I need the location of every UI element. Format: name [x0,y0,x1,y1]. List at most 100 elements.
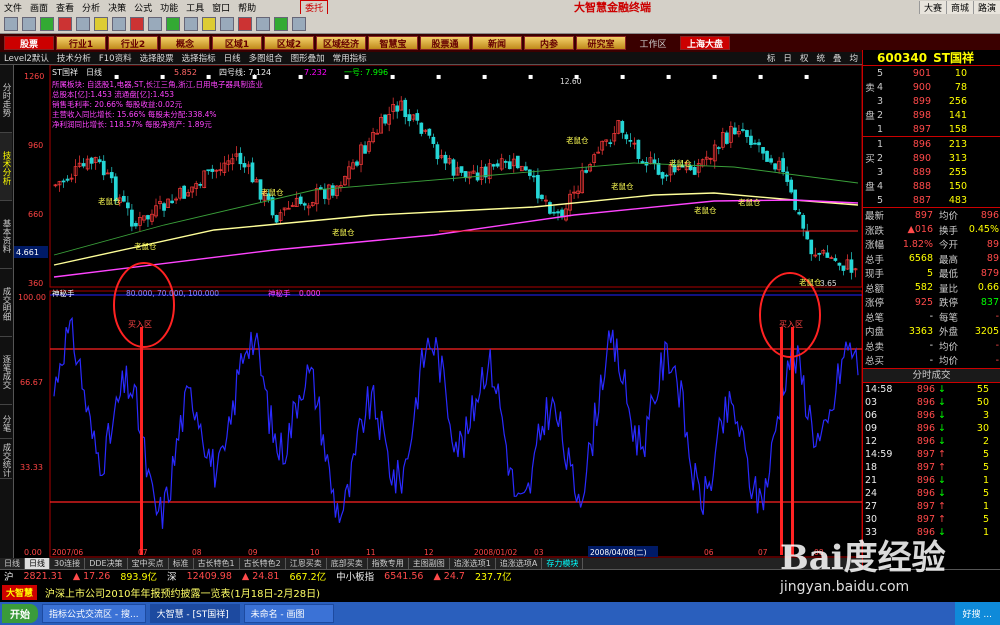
indicator-tab-5[interactable]: 标准 [169,558,194,569]
sub-f10[interactable]: F10资料 [99,52,132,64]
window-icon[interactable] [256,16,270,31]
nav-workspace[interactable]: 工作区 [628,36,678,50]
top-link-store[interactable]: 商城 [945,0,973,14]
sell-level-1[interactable]: 1 897 158 [863,122,1000,136]
x-label-4: 10 [310,548,320,557]
sub-select-indicator[interactable]: 选择指标 [182,52,216,64]
menu-window[interactable]: 窗口 [208,1,234,14]
list-icon[interactable] [112,16,126,31]
side-tab-deal-detail[interactable]: 成交明细 [0,269,12,337]
chart-icon[interactable] [40,16,54,31]
candle-icon[interactable] [76,16,90,31]
indicator-tab-14[interactable]: 存力模块 [542,558,584,569]
nav-stock-link[interactable]: 股票通 [420,36,471,50]
nav-stock[interactable]: 股票 [4,36,54,50]
indicator-tab-0[interactable]: 日线 [0,558,25,569]
buy-level-5[interactable]: 5 887 483 [863,193,1000,207]
side-tab-technical[interactable]: 技术分析 [0,133,12,201]
indicator-tab-3[interactable]: DDE决策 [85,558,128,569]
indicator-tab-1[interactable]: 日线 [25,558,50,569]
sub-level2[interactable]: Level2默认 [4,52,49,64]
menu-screen[interactable]: 画面 [26,1,52,14]
mark-quan[interactable]: 权 [800,52,809,64]
sub-tech-analysis[interactable]: 技术分析 [57,52,91,64]
buy-level-3[interactable]: 3 889 255 [863,165,1000,179]
indicator-tab-4[interactable]: 宝中买点 [128,558,169,569]
buy-level-2[interactable]: 买 2 890 313 [863,151,1000,166]
task-dzh[interactable]: 大智慧 - [ST国祥] [149,604,240,623]
menu-help[interactable]: 帮助 [234,1,260,14]
nav-industry2[interactable]: 行业2 [108,36,158,50]
menu-decision[interactable]: 决策 [104,1,130,14]
alert-icon[interactable] [238,16,252,31]
buy-level-1[interactable]: 1 896 213 [863,137,1000,151]
sub-multi-chart[interactable]: 多图组合 [249,52,283,64]
top-link-contest[interactable]: 大赛 [918,0,946,14]
side-tab-tick[interactable]: 逐笔成交 [0,337,12,405]
sub-overlay[interactable]: 图形叠加 [291,52,325,64]
nav-regional-economy[interactable]: 区域经济 [316,36,367,50]
menu-tools[interactable]: 工具 [182,1,208,14]
nav-sh-index[interactable]: 上海大盘 [680,36,731,50]
refresh-icon[interactable] [166,16,180,31]
sub-select-stock[interactable]: 选择股票 [140,52,174,64]
forward-icon[interactable] [22,16,36,31]
nav-industry1[interactable]: 行业1 [56,36,106,50]
sell-level-4[interactable]: 卖 4 900 78 [863,80,1000,95]
kline-chart[interactable]: ▪ ▪ ▪ ▪ ▪ ▪ ▪ ▪ ▪ ▪ ▪ ▪ ▪ ▪ ▪ ▪ ST国祥 日线 5.852 四号线: 7.12… [14,65,862,558]
print-icon[interactable] [220,16,234,31]
nav-concept[interactable]: 概念 [160,36,210,50]
indicator-tab-11[interactable]: 主图副图 [409,558,450,569]
urgent-button[interactable]: 委托 [300,0,329,15]
start-button[interactable]: 开始 [2,604,38,623]
menu-analysis[interactable]: 分析 [78,1,104,14]
indicator-tab-9[interactable]: 底部买卖 [327,558,368,569]
indicator-tab-12[interactable]: 追涨选项1 [450,558,496,569]
news-headline[interactable]: 沪深上市公司2010年年报预约披露一览表(1月18日-2月28日) [45,585,320,600]
top-link-roadshow[interactable]: 路演 [972,0,1000,14]
indicator-tab-13[interactable]: 追涨选项A [496,558,543,569]
grid-icon[interactable] [148,16,162,31]
rsi-icon[interactable] [58,16,72,31]
sell-level-2[interactable]: 盘 2 898 141 [863,108,1000,123]
zoom-icon[interactable] [184,16,198,31]
mark-jun[interactable]: 均 [849,52,858,64]
back-icon[interactable] [4,16,18,31]
trades-title[interactable]: 分时成交 [863,367,1000,383]
indicator-tab-8[interactable]: 江恩买卖 [286,558,327,569]
side-tab-fundamentals[interactable]: 基本资料 [0,201,12,269]
side-tab-intraday[interactable]: 分时走势 [0,65,12,133]
nav-zhihuibao[interactable]: 智慧宝 [368,36,419,50]
menu-function[interactable]: 功能 [156,1,182,14]
sell-level-5[interactable]: 5 901 10 [863,66,1000,80]
indicator-tab-2[interactable]: 30连接 [50,558,86,569]
task-forum[interactable]: 指标公式交流区 - 搜... [42,604,146,623]
nav-news[interactable]: 新闻 [472,36,523,50]
sub-common-indicator[interactable]: 常用指标 [333,52,367,64]
sell-level-3[interactable]: 3 899 256 [863,94,1000,108]
menu-view[interactable]: 查看 [52,1,78,14]
menu-file[interactable]: 文件 [0,1,26,14]
star-icon[interactable] [94,16,108,31]
sub-daily[interactable]: 日线 [224,52,241,64]
nav-region1[interactable]: 区域1 [212,36,262,50]
mark-biao[interactable]: 标 [767,52,776,64]
side-tab-split[interactable]: 分笔 [0,405,12,439]
side-tab-stats[interactable]: 成交统计 [0,439,12,479]
indicator-tab-6[interactable]: 古长特色1 [194,558,240,569]
nav-research[interactable]: 研究室 [576,36,627,50]
task-paint[interactable]: 未命名 - 画图 [243,604,334,623]
indicator-tab-10[interactable]: 指数专用 [368,558,409,569]
indicator-tab-7[interactable]: 古长特色2 [240,558,286,569]
menu-formula[interactable]: 公式 [130,1,156,14]
mark-tong[interactable]: 统 [816,52,825,64]
mark-ri[interactable]: 日 [783,52,792,64]
mark-die[interactable]: 叠 [833,52,842,64]
globe-icon[interactable] [274,16,288,31]
note-icon[interactable] [202,16,216,31]
buy-level-4[interactable]: 盘 4 888 150 [863,179,1000,194]
flag-icon[interactable] [130,16,144,31]
settings-icon[interactable] [292,16,306,31]
nav-region2[interactable]: 区域2 [264,36,314,50]
nav-insider[interactable]: 内参 [524,36,575,50]
